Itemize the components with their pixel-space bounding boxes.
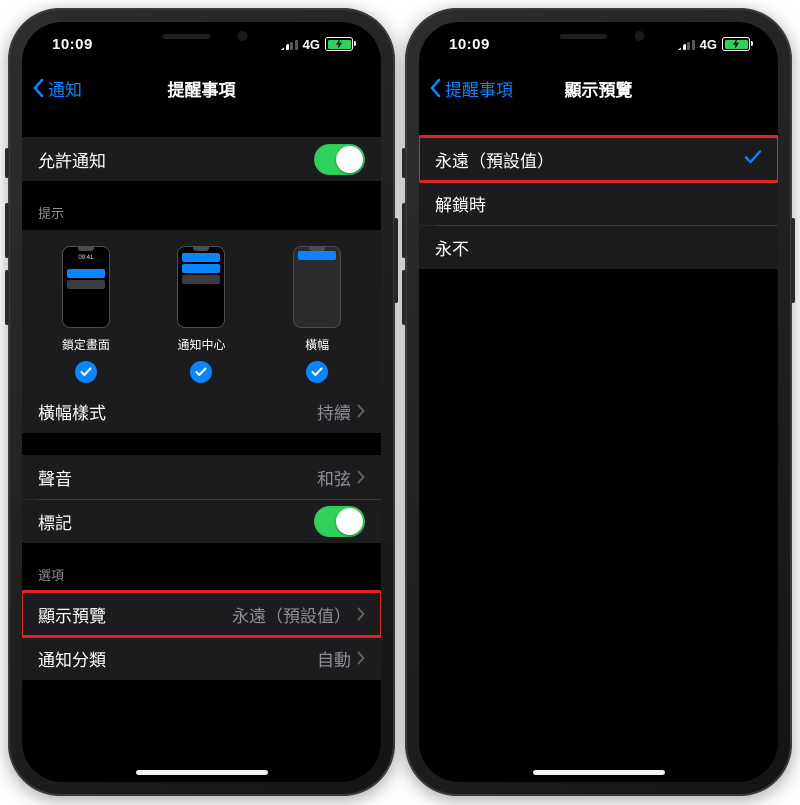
volume-down-button <box>402 270 406 325</box>
show-preview-value: 永遠（預設值） <box>232 602 351 627</box>
banner-style-label: 橫幅樣式 <box>38 399 106 424</box>
battery-icon <box>722 37 750 51</box>
back-button[interactable]: 提醒事項 <box>429 66 513 110</box>
allow-notifications-toggle[interactable] <box>314 144 365 175</box>
allow-notifications-cell[interactable]: 允許通知 <box>22 137 381 181</box>
banner-style-cell[interactable]: 橫幅樣式 持續 <box>22 389 381 433</box>
network-label: 4G <box>303 37 320 52</box>
home-indicator[interactable] <box>136 770 268 775</box>
back-label: 通知 <box>48 76 82 101</box>
alert-option-lockscreen[interactable]: 09:41 鎖定畫面 <box>29 246 144 383</box>
volume-down-button <box>5 270 9 325</box>
option-never-cell[interactable]: 永不 <box>419 225 778 269</box>
phone-right: 10:09 4G 提醒事項 顯示預覽 <box>405 8 792 796</box>
alerts-section-header: 提示 <box>22 203 381 230</box>
banner-style-value: 持續 <box>317 399 351 424</box>
notification-grouping-cell[interactable]: 通知分類 自動 <box>22 636 381 680</box>
lockscreen-preview-icon: 09:41 <box>62 246 110 328</box>
phone-left: 10:09 4G 通知 提醒事項 <box>8 8 395 796</box>
screen-left: 10:09 4G 通知 提醒事項 <box>22 22 381 782</box>
option-always-cell[interactable]: 永遠（預設值） <box>419 137 778 181</box>
nav-title: 提醒事項 <box>168 76 236 101</box>
content-right: 永遠（預設值） 解鎖時 永不 <box>419 117 778 782</box>
sound-cell[interactable]: 聲音 和弦 <box>22 455 381 499</box>
nav-title: 顯示預覽 <box>565 76 633 101</box>
show-preview-label: 顯示預覽 <box>38 602 106 627</box>
home-indicator[interactable] <box>533 770 665 775</box>
sound-value: 和弦 <box>317 465 351 490</box>
option-unlocked-label: 解鎖時 <box>435 191 486 216</box>
chevron-right-icon <box>357 651 365 665</box>
badge-label: 標記 <box>38 509 72 534</box>
volume-up-button <box>5 203 9 258</box>
chevron-right-icon <box>357 470 365 484</box>
canvas: 10:09 4G 通知 提醒事項 <box>0 0 800 805</box>
nav-bar: 提醒事項 顯示預覽 <box>419 66 778 110</box>
sound-label: 聲音 <box>38 465 72 490</box>
power-button <box>394 218 398 303</box>
back-label: 提醒事項 <box>445 76 513 101</box>
notification-center-preview-icon <box>177 246 225 328</box>
chevron-left-icon <box>429 78 441 98</box>
mute-switch <box>5 148 9 178</box>
notch <box>511 22 686 50</box>
chevron-left-icon <box>32 78 44 98</box>
badge-toggle[interactable] <box>314 506 365 537</box>
alert-nc-label: 通知中心 <box>177 336 225 353</box>
allow-notifications-label: 允許通知 <box>38 147 106 172</box>
badge-cell[interactable]: 標記 <box>22 499 381 543</box>
alert-style-picker: 09:41 鎖定畫面 <box>22 230 381 389</box>
chevron-right-icon <box>357 607 365 621</box>
status-time: 10:09 <box>52 36 93 53</box>
show-preview-cell[interactable]: 顯示預覽 永遠（預設值） <box>22 592 381 636</box>
banner-preview-icon <box>293 246 341 328</box>
screen-right: 10:09 4G 提醒事項 顯示預覽 <box>419 22 778 782</box>
alert-banner-label: 橫幅 <box>305 336 329 353</box>
notch <box>114 22 289 50</box>
check-icon <box>75 361 97 383</box>
alert-option-banner[interactable]: 橫幅 <box>260 246 375 383</box>
option-always-label: 永遠（預設值） <box>435 147 554 172</box>
chevron-right-icon <box>357 404 365 418</box>
grouping-value: 自動 <box>317 646 351 671</box>
option-unlocked-cell[interactable]: 解鎖時 <box>419 181 778 225</box>
option-never-label: 永不 <box>435 235 469 260</box>
nav-bar: 通知 提醒事項 <box>22 66 381 110</box>
grouping-label: 通知分類 <box>38 646 106 671</box>
options-section-header: 選項 <box>22 565 381 592</box>
power-button <box>791 218 795 303</box>
back-button[interactable]: 通知 <box>32 66 82 110</box>
alert-lockscreen-label: 鎖定畫面 <box>62 336 110 353</box>
check-icon <box>306 361 328 383</box>
status-time: 10:09 <box>449 36 490 53</box>
volume-up-button <box>402 203 406 258</box>
alert-option-notification-center[interactable]: 通知中心 <box>144 246 259 383</box>
network-label: 4G <box>700 37 717 52</box>
battery-icon <box>325 37 353 51</box>
mute-switch <box>402 148 406 178</box>
checkmark-icon <box>744 149 762 170</box>
check-icon <box>190 361 212 383</box>
content-left: 允許通知 提示 09:41 <box>22 117 381 782</box>
